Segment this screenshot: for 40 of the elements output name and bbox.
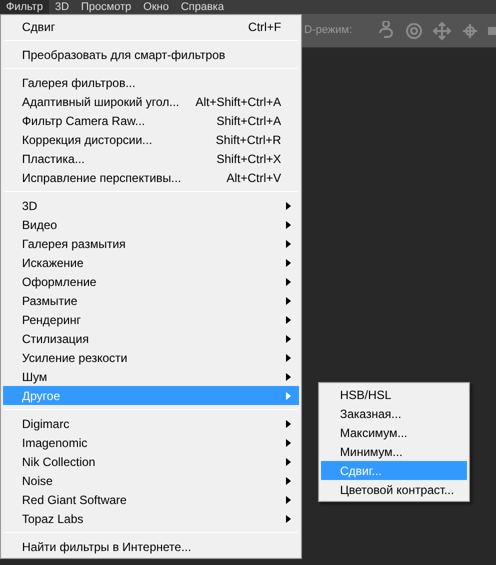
menu-item[interactable]: Imagenomic [3,433,300,452]
menu-item[interactable]: Галерея размытия [3,234,300,253]
tool-icon[interactable] [404,20,424,40]
menu-item[interactable]: Найти фильтры в Интернете... [3,537,300,556]
menu-bar-item[interactable]: Просмотр [75,0,138,14]
menu-item[interactable]: Шум [3,367,300,386]
menu-item[interactable]: Максимум... [321,423,467,442]
menu-item[interactable]: Искажение [3,253,300,272]
menu-item[interactable]: Оформление [3,272,300,291]
menu-item[interactable]: Видео [3,215,300,234]
menu-bar-item[interactable]: 3D [48,0,76,14]
menu-item[interactable]: Минимум... [321,442,467,461]
menu-item[interactable]: Цветовой контраст... [321,480,467,499]
menu-item[interactable]: Red Giant Software [3,490,300,509]
menu-item[interactable]: Фильтр Camera Raw... Shift+Ctrl+A [3,111,300,130]
menu-item[interactable]: Размытие [3,291,300,310]
menu-item[interactable]: Галерея фильтров... [3,73,300,92]
menu-item[interactable]: Стилизация [3,329,300,348]
menu-item[interactable]: Коррекция дисторсии... Shift+Ctrl+R [3,130,300,149]
menu-item[interactable]: Усиление резкости [3,348,300,367]
menu-item[interactable]: Пластика... Shift+Ctrl+X [3,149,300,168]
menu-bar-item[interactable]: Окно [137,0,175,14]
menu-item[interactable]: 3D [3,196,300,215]
menu-item[interactable]: HSB/HSL [321,385,467,404]
menu-item[interactable]: Noise [3,471,300,490]
menu-item[interactable]: Nik Collection [3,452,300,471]
mode-label: D-режим: [304,23,352,38]
menu-item[interactable]: Digimarc [3,414,300,433]
menu-item[interactable]: Исправление перспективы... Alt+Ctrl+V [3,168,300,187]
tool-icon[interactable] [488,26,496,34]
tool-icon[interactable] [376,20,396,40]
tool-icon[interactable] [432,20,452,40]
menu-item[interactable]: Рендеринг [3,310,300,329]
menu-item[interactable]: Преобразовать для смарт-фильтров [3,45,300,64]
menu-item[interactable]: Сдвиг Ctrl+F [3,17,300,36]
menu-item[interactable]: Заказная... [321,404,467,423]
menu-bar-item[interactable]: Справка [174,0,230,14]
menu-bar-item[interactable]: Фильтр [0,0,49,14]
menu-item[interactable]: Topaz Labs [3,509,300,528]
menu-item[interactable]: Адаптивный широкий угол... Alt+Shift+Ctrl+A [3,92,300,111]
